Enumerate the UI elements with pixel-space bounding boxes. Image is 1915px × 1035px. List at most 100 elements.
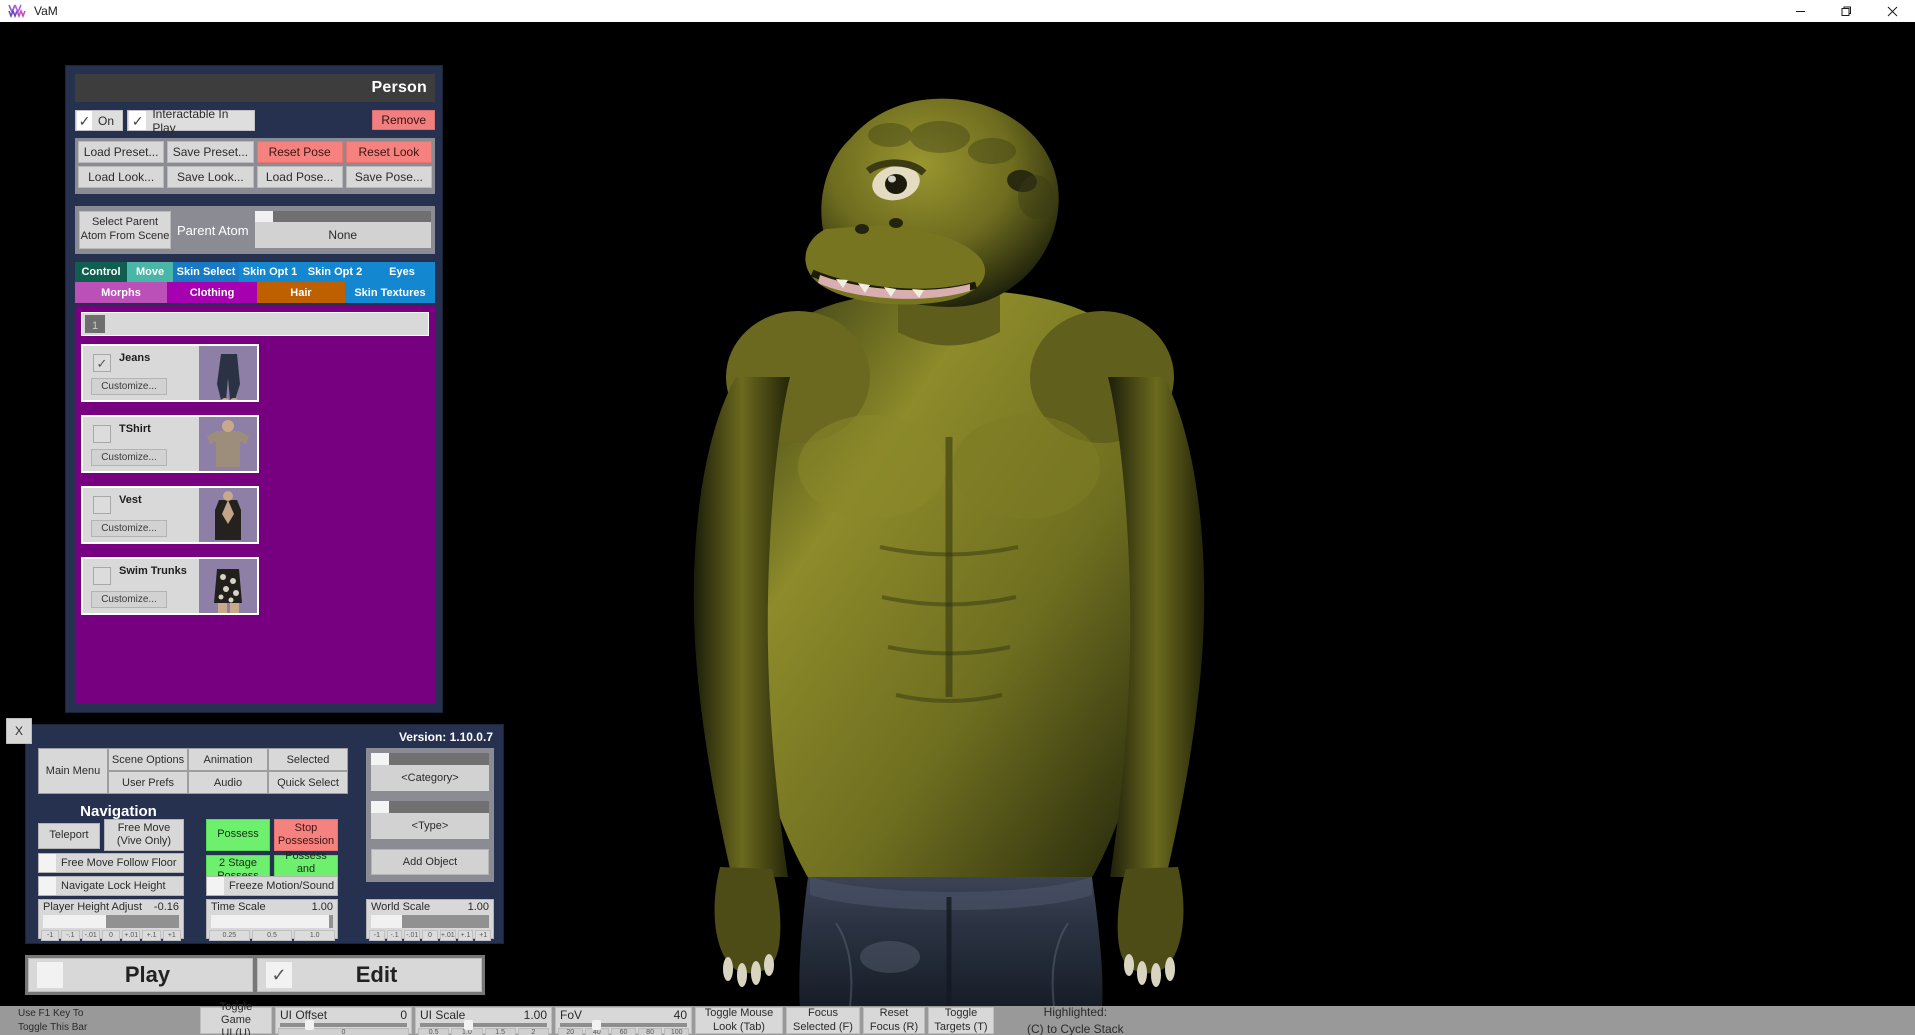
tick-button[interactable]: 1.5 (484, 1028, 516, 1035)
user-prefs-button[interactable]: User Prefs (108, 771, 188, 794)
tick-button[interactable]: -.1 (61, 930, 80, 941)
tick-button[interactable]: -.01 (404, 930, 421, 941)
tick-button[interactable]: 100 (664, 1028, 689, 1035)
tick-button[interactable]: 0.5 (251, 930, 293, 941)
tab-control[interactable]: Control (75, 262, 127, 282)
tick-button[interactable]: 0.25 (209, 930, 250, 941)
customize-button[interactable]: Customize... (91, 449, 167, 466)
clothing-item-checkbox[interactable] (93, 567, 111, 585)
ui-offset-track[interactable] (280, 1020, 407, 1030)
customize-button[interactable]: Customize... (91, 378, 167, 395)
save-pose-button[interactable]: Save Pose... (345, 166, 432, 188)
list-item[interactable]: Swim Trunks Customize... (81, 557, 259, 615)
toggle-mouse-look-button[interactable]: Toggle Mouse Look (Tab) (695, 1007, 783, 1034)
close-icon[interactable] (1869, 0, 1915, 22)
navigate-lock-height-toggle[interactable]: Navigate Lock Height (38, 876, 184, 896)
tick-button[interactable]: -.01 (81, 930, 100, 941)
edit-mode-button[interactable]: ✓ Edit (257, 958, 482, 992)
clothing-item-checkbox[interactable]: ✓ (93, 354, 111, 372)
toggle-targets-button[interactable]: Toggle Targets (T) (928, 1007, 994, 1034)
tick-button[interactable]: 0.5 (418, 1028, 450, 1035)
reset-pose-button[interactable]: Reset Pose (256, 141, 343, 163)
teleport-button[interactable]: Teleport (38, 823, 100, 849)
freeze-motion-sound-toggle[interactable]: Freeze Motion/Sound (206, 876, 338, 896)
fov-knob[interactable] (591, 1020, 601, 1030)
tick-button[interactable]: +.01 (439, 930, 456, 941)
focus-selected-button[interactable]: Focus Selected (F) (786, 1007, 860, 1034)
tick-button[interactable]: -.1 (386, 930, 403, 941)
tick-button[interactable]: +.1 (457, 930, 474, 941)
play-mode-button[interactable]: Play (28, 958, 253, 992)
clothing-item-checkbox[interactable] (93, 496, 111, 514)
load-pose-button[interactable]: Load Pose... (256, 166, 343, 188)
list-item[interactable]: Vest Customize... (81, 486, 259, 544)
parent-atom-scrollbar[interactable] (254, 211, 431, 224)
tab-morphs[interactable]: Morphs (75, 282, 167, 303)
list-item[interactable]: TShirt Customize... (81, 415, 259, 473)
tab-eyes[interactable]: Eyes (369, 262, 435, 282)
ui-offset-knob[interactable] (305, 1020, 315, 1030)
customize-button[interactable]: Customize... (91, 520, 167, 537)
tick-button[interactable]: 1.0 (294, 930, 336, 941)
parent-atom-dropdown[interactable]: None (254, 211, 431, 249)
maximize-icon[interactable] (1823, 0, 1869, 22)
customize-button[interactable]: Customize... (91, 591, 167, 608)
player-height-adjust-slider[interactable]: Player Height Adjust -0.16 -1 -.1 -.01 0… (38, 899, 184, 941)
tick-button[interactable]: +1 (475, 930, 492, 941)
tick-button[interactable]: 2 (517, 1028, 549, 1035)
reset-look-button[interactable]: Reset Look (345, 141, 432, 163)
tick-button[interactable]: 20 (558, 1028, 583, 1035)
fov-track[interactable] (560, 1020, 687, 1030)
ui-offset-slider[interactable]: UI Offset 0 0 (275, 1007, 412, 1035)
animation-button[interactable]: Animation (188, 748, 268, 771)
tick-button[interactable]: -1 (369, 930, 385, 941)
time-scale-track[interactable] (211, 915, 333, 928)
save-preset-button[interactable]: Save Preset... (167, 141, 254, 163)
tab-move[interactable]: Move (127, 262, 173, 282)
tick-button[interactable]: +.01 (122, 930, 141, 941)
tab-skin-opt-2[interactable]: Skin Opt 2 (301, 262, 369, 282)
audio-button[interactable]: Audio (188, 771, 268, 794)
play-checkbox[interactable] (37, 962, 63, 988)
remove-button[interactable]: Remove (372, 110, 435, 130)
quick-select-button[interactable]: Quick Select (268, 771, 348, 794)
toggle-game-ui-button[interactable]: Toggle Game UI (U) (200, 1001, 272, 1035)
world-scale-slider[interactable]: World Scale 1.00 -1 -.1 -.01 0 +.01 +.1 … (366, 899, 494, 941)
category-value[interactable]: <Category> (371, 765, 489, 791)
fov-slider[interactable]: FoV 40 20 40 60 80 100 (555, 1007, 692, 1035)
reset-focus-button[interactable]: Reset Focus (R) (863, 1007, 925, 1034)
selected-button[interactable]: Selected (268, 748, 348, 771)
toggle-interactable-in-play[interactable]: ✓ Interactable In Play (127, 107, 255, 135)
world-scale-track[interactable] (371, 915, 489, 928)
ui-scale-track[interactable] (420, 1020, 547, 1030)
tick-button[interactable]: 80 (637, 1028, 663, 1035)
load-look-button[interactable]: Load Look... (78, 166, 165, 188)
main-menu-button[interactable]: Main Menu (38, 748, 108, 794)
scene-options-button[interactable]: Scene Options (108, 748, 188, 771)
tab-hair[interactable]: Hair (257, 282, 345, 303)
minimize-icon[interactable] (1777, 0, 1823, 22)
possess-button[interactable]: Possess (206, 819, 270, 851)
tab-skin-textures[interactable]: Skin Textures (345, 282, 435, 303)
tick-button[interactable]: -1 (41, 930, 60, 941)
toggle-on[interactable]: ✓ On (75, 110, 123, 131)
parent-atom-value[interactable]: None (254, 222, 431, 248)
type-scrollbar[interactable] (371, 801, 489, 815)
category-scrollbar[interactable] (371, 753, 489, 767)
tab-clothing[interactable]: Clothing (167, 282, 257, 303)
tick-button[interactable]: 0 (422, 930, 438, 941)
tick-button[interactable]: 0 (278, 1028, 409, 1035)
free-move-vive-button[interactable]: Free Move (Vive Only) (104, 819, 184, 851)
category-dropdown[interactable]: <Category> (371, 753, 489, 793)
tick-button[interactable]: 60 (611, 1028, 636, 1035)
ui-scale-knob[interactable] (464, 1020, 474, 1030)
tick-button[interactable]: +.1 (142, 930, 161, 941)
time-scale-slider[interactable]: Time Scale 1.00 0.25 0.5 1.0 (206, 899, 338, 941)
player-height-track[interactable] (43, 915, 179, 928)
save-look-button[interactable]: Save Look... (167, 166, 254, 188)
select-parent-atom-button[interactable]: Select Parent Atom From Scene (79, 211, 171, 249)
tick-button[interactable]: +1 (162, 930, 181, 941)
ui-scale-slider[interactable]: UI Scale 1.00 0.5 1.0 1.5 2 (415, 1007, 552, 1035)
list-item[interactable]: ✓ Jeans Customize... (81, 344, 259, 402)
add-object-button[interactable]: Add Object (371, 849, 489, 875)
